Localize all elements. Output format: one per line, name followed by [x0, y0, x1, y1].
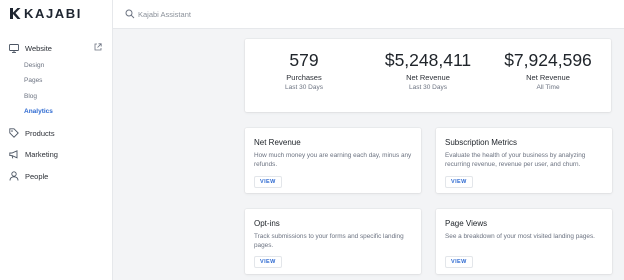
report-title: Opt-ins — [254, 219, 280, 228]
stat-label: Net Revenue — [526, 73, 570, 83]
report-card-page-views: Page Views See a breakdown of your most … — [436, 209, 612, 274]
sidebar-item-people[interactable]: People — [9, 171, 48, 181]
stat-label: Purchases — [286, 73, 322, 83]
stat-value: $7,924,596 — [504, 50, 592, 70]
sidebar-item-label: Website — [25, 44, 52, 53]
report-description: See a breakdown of your most visited lan… — [445, 233, 595, 240]
report-card-net-revenue: Net Revenue How much money you are earni… — [245, 128, 421, 193]
report-card-opt-ins: Opt-ins Track submissions to your forms … — [245, 209, 421, 274]
stat-value: $5,248,411 — [384, 50, 472, 70]
view-net-revenue-button[interactable]: VIEW — [254, 176, 282, 188]
sidebar-item-label: Products — [25, 128, 55, 138]
view-subscription-metrics-button[interactable]: VIEW — [445, 176, 473, 188]
stat-label: Net Revenue — [406, 73, 450, 83]
sidebar-item-label: People — [25, 171, 49, 181]
person-icon — [9, 171, 19, 181]
search-icon — [125, 9, 135, 19]
stat-period: Last 30 Days — [409, 84, 447, 92]
sidebar-subitem-pages[interactable]: Pages — [24, 77, 42, 84]
report-title: Page Views — [445, 219, 488, 228]
monitor-icon — [9, 44, 19, 53]
stat-net-revenue-all-time: $7,924,596 Net Revenue All Time — [493, 50, 603, 92]
report-title: Subscription Metrics — [445, 138, 518, 147]
sidebar-subitem-design[interactable]: Design — [24, 62, 44, 69]
view-opt-ins-button[interactable]: VIEW — [254, 256, 282, 268]
sidebar: KAJABI Website Design Pages Blog Analyti… — [0, 0, 113, 280]
view-page-views-button[interactable]: VIEW — [445, 256, 473, 268]
kajabi-logo-icon — [10, 8, 21, 19]
external-link-icon[interactable] — [94, 43, 102, 51]
sidebar-item-label: Marketing — [25, 150, 58, 159]
sidebar-item-products[interactable]: Products — [9, 128, 55, 138]
stat-value: 579 — [289, 50, 319, 70]
stat-period: Last 30 Days — [285, 84, 323, 92]
brand-name: KAJABI — [24, 6, 82, 21]
sidebar-item-website[interactable]: Website — [9, 44, 52, 53]
sidebar-subitem-blog[interactable]: Blog — [24, 93, 37, 100]
assistant-search-input[interactable] — [138, 7, 378, 21]
stat-period: All Time — [536, 84, 560, 92]
report-card-subscription-metrics: Subscription Metrics Evaluate the health… — [436, 128, 612, 193]
report-description: How much money you are earning each day,… — [254, 152, 412, 169]
stat-purchases: 579 Purchases Last 30 Days — [249, 50, 359, 92]
report-title: Net Revenue — [254, 138, 301, 147]
tag-icon — [9, 128, 19, 138]
kajabi-logo[interactable]: KAJABI — [9, 6, 82, 21]
top-bar — [113, 0, 624, 29]
stat-net-revenue-30d: $5,248,411 Net Revenue Last 30 Days — [373, 50, 483, 92]
stats-summary-card: 579 Purchases Last 30 Days $5,248,411 Ne… — [245, 39, 611, 112]
megaphone-icon — [9, 150, 18, 159]
sidebar-subitem-analytics[interactable]: Analytics — [24, 108, 53, 115]
sidebar-item-marketing[interactable]: Marketing — [9, 150, 58, 159]
report-description: Evaluate the health of your business by … — [445, 152, 586, 169]
report-description: Track submissions to your forms and spec… — [254, 233, 404, 250]
